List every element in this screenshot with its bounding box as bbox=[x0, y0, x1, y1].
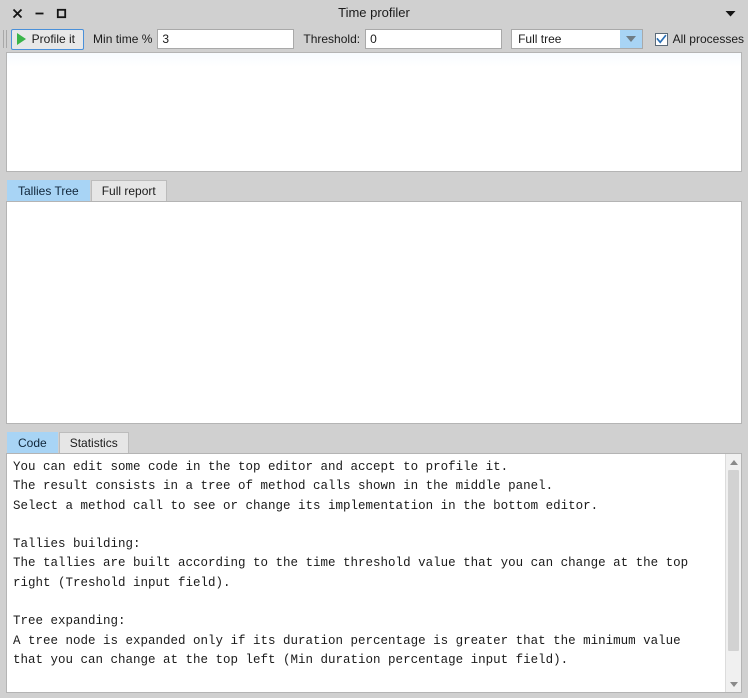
chevron-down-icon[interactable] bbox=[619, 30, 642, 48]
time-profiler-window: Time profiler Profile it Min time % Thre… bbox=[0, 0, 748, 698]
tallies-tabstrip: Tallies Tree Full report bbox=[0, 180, 748, 201]
threshold-label: Threshold: bbox=[303, 32, 361, 46]
code-vertical-scrollbar[interactable] bbox=[725, 454, 741, 692]
all-processes-label: All processes bbox=[672, 32, 744, 46]
all-processes-checkbox[interactable]: All processes bbox=[654, 32, 744, 46]
triangle-down-icon bbox=[725, 10, 736, 16]
window-controls bbox=[6, 7, 68, 20]
maximize-icon[interactable] bbox=[55, 7, 68, 20]
scrollbar-thumb[interactable] bbox=[728, 470, 739, 652]
threshold-input[interactable] bbox=[365, 29, 503, 49]
profiler-toolbar: Profile it Min time % Threshold: Full tr… bbox=[0, 26, 748, 52]
check-icon bbox=[655, 34, 667, 44]
tab-tallies-tree[interactable]: Tallies Tree bbox=[7, 180, 90, 201]
profile-it-button[interactable]: Profile it bbox=[10, 28, 85, 50]
toolbar-grip[interactable] bbox=[2, 29, 9, 49]
profile-it-button-label: Profile it bbox=[31, 32, 76, 46]
scroll-down-icon[interactable] bbox=[726, 676, 741, 692]
tab-code[interactable]: Code bbox=[7, 432, 58, 453]
scope-dropdown-value: Full tree bbox=[518, 32, 562, 46]
title-bar: Time profiler bbox=[0, 0, 748, 26]
spacer-mid bbox=[0, 424, 748, 432]
window-menu-button[interactable] bbox=[725, 10, 742, 17]
spacer-top bbox=[0, 172, 748, 180]
tallies-tree-panel[interactable] bbox=[6, 201, 742, 424]
page-title: Time profiler bbox=[338, 5, 410, 20]
code-editor-panel: You can edit some code in the top editor… bbox=[6, 453, 742, 693]
code-editor-text[interactable]: You can edit some code in the top editor… bbox=[7, 454, 725, 692]
top-code-editor[interactable] bbox=[6, 52, 742, 172]
minimize-icon[interactable] bbox=[33, 7, 46, 20]
tab-full-report[interactable]: Full report bbox=[90, 180, 167, 201]
min-time-label: Min time % bbox=[93, 32, 153, 46]
scrollbar-track[interactable] bbox=[726, 470, 741, 676]
play-icon bbox=[16, 33, 26, 45]
tab-statistics[interactable]: Statistics bbox=[58, 432, 129, 453]
min-time-input[interactable] bbox=[157, 29, 295, 49]
scroll-up-icon[interactable] bbox=[726, 454, 741, 470]
scope-dropdown[interactable]: Full tree bbox=[511, 29, 643, 49]
close-icon[interactable] bbox=[11, 7, 24, 20]
code-tabstrip: Code Statistics bbox=[0, 432, 748, 453]
checkbox-box bbox=[654, 32, 668, 46]
